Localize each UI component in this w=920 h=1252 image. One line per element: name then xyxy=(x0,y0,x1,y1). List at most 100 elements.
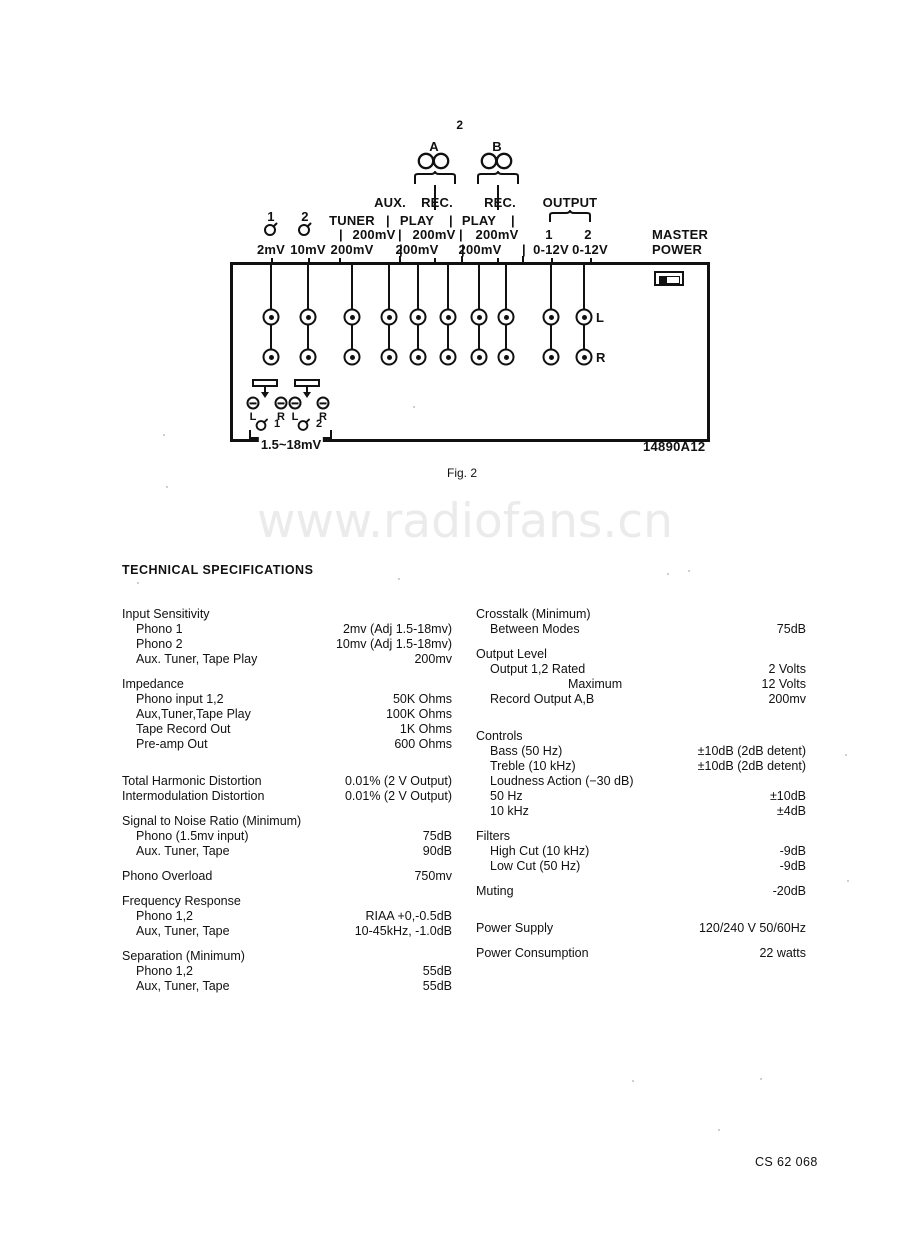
specifications-left-column: Input Sensitivity Phono 1 2mv (Adj 1.5-18m… xyxy=(122,607,452,995)
spec-row: Separation (Minimum) xyxy=(122,949,452,965)
jack-rec-a-right[interactable] xyxy=(439,348,457,366)
trimmer-screw-1-left[interactable] xyxy=(246,396,260,410)
jack-aux-left[interactable] xyxy=(380,308,398,326)
spec-label: Phono 1,2 xyxy=(136,909,193,923)
spec-value: 1K Ohms xyxy=(399,722,452,736)
spec-label: Filters xyxy=(476,829,511,843)
footer-document-code: CS 62 068 xyxy=(755,1155,818,1169)
scan-speck xyxy=(413,406,415,408)
phono1-pickup-icon xyxy=(263,222,279,243)
spec-label: Aux, Tuner, Tape xyxy=(136,924,230,938)
jack-rec-b-left[interactable] xyxy=(497,308,515,326)
jack-tuner-left[interactable] xyxy=(343,308,361,326)
jack-output1-left[interactable] xyxy=(542,308,560,326)
adjustment-range-label: 1.5~18mV xyxy=(258,437,324,452)
spec-value: -9dB xyxy=(779,859,806,873)
spec-row: Phono 1 2mv (Adj 1.5-18mv) xyxy=(122,622,452,638)
spec-row: High Cut (10 kHz) -9dB xyxy=(476,844,806,860)
play-b-level: 200mV xyxy=(458,242,502,257)
separator-pipe-3: | xyxy=(511,213,515,228)
spec-label: Input Sensitivity xyxy=(122,607,210,621)
spec-row: Phono input 1,2 50K Ohms xyxy=(122,692,452,708)
phono2-index-label: 2 xyxy=(315,418,323,430)
scan-speck xyxy=(163,434,165,436)
watermark: www.radiofans.cn xyxy=(257,494,673,549)
spec-label: Bass (50 Hz) xyxy=(490,744,563,758)
spec-value: 2mv (Adj 1.5-18mv) xyxy=(342,622,452,636)
jack-play-b-left[interactable] xyxy=(470,308,488,326)
output2-level: 0-12V xyxy=(572,242,608,257)
spec-value: ±4dB xyxy=(776,804,806,818)
specifications-title: TECHNICAL SPECIFICATIONS xyxy=(122,563,314,577)
jack-output1-right[interactable] xyxy=(542,348,560,366)
scan-speck xyxy=(718,1129,720,1131)
jack-rec-b-right[interactable] xyxy=(497,348,515,366)
spec-row: 10 kHz ±4dB xyxy=(476,804,806,820)
jack-aux-right[interactable] xyxy=(380,348,398,366)
spec-label: Between Modes xyxy=(490,622,580,636)
spec-spacer xyxy=(122,753,452,775)
jack-phono2-right[interactable] xyxy=(299,348,317,366)
trimmer-screw-2-right[interactable] xyxy=(316,396,330,410)
output1-level: 0-12V xyxy=(533,242,569,257)
spec-value: 55dB xyxy=(422,964,452,978)
jack-output2-right[interactable] xyxy=(575,348,593,366)
spec-spacer xyxy=(476,820,806,830)
spec-row: Filters xyxy=(476,829,806,845)
rec-a-label: REC. xyxy=(421,195,453,210)
spec-label: Phono 2 xyxy=(136,637,183,651)
phono2-level: 10mV xyxy=(290,242,326,257)
spec-spacer xyxy=(476,900,806,922)
spec-row: Output 1,2 Rated 2 Volts xyxy=(476,662,806,678)
scan-speck xyxy=(688,570,690,572)
figure-caption: Fig. 2 xyxy=(447,466,478,480)
spec-label: Separation (Minimum) xyxy=(122,949,245,963)
divider-lead-deck-a xyxy=(434,185,436,210)
play-a-label: PLAY xyxy=(399,213,435,228)
play-b-label: PLAY xyxy=(461,213,497,228)
spec-label: Signal to Noise Ratio (Minimum) xyxy=(122,814,302,828)
jack-phono1-right[interactable] xyxy=(262,348,280,366)
jack-play-a-right[interactable] xyxy=(409,348,427,366)
play-a-level: 200mV xyxy=(395,242,439,257)
scan-speck xyxy=(845,754,847,756)
spec-row: Aux. Tuner, Tape Play 200mv xyxy=(122,652,452,668)
master-power-switch[interactable] xyxy=(654,271,684,286)
rear-panel-figure: A B AUX. REC. REC. OUTPUT 1 2 TUNER PLAY xyxy=(0,0,920,500)
spec-row: Input Sensitivity xyxy=(122,607,452,623)
jack-phono2-left[interactable] xyxy=(299,308,317,326)
trimmer-screw-2-left[interactable] xyxy=(288,396,302,410)
spec-value: 0.01% (2 V Output) xyxy=(344,774,452,788)
spec-row: Controls xyxy=(476,729,806,745)
spec-label: Phono Overload xyxy=(122,869,213,883)
separator-pipe-9: | xyxy=(522,242,526,257)
scan-speck xyxy=(137,582,139,584)
drawing-number: 14890A12 xyxy=(643,439,706,454)
specifications-right-column: Crosstalk (Minimum) Between Modes 75dB Outp… xyxy=(476,607,806,962)
spec-row: Phono 1,2 RIAA +0,-0.5dB xyxy=(122,909,452,925)
scan-speck xyxy=(667,573,669,575)
spec-row: Aux. Tuner, Tape 90dB xyxy=(122,844,452,860)
spec-row: Aux, Tuner, Tape 55dB xyxy=(122,979,452,995)
jack-tuner-right[interactable] xyxy=(343,348,361,366)
spec-row: Frequency Response xyxy=(122,894,452,910)
jack-play-a-left[interactable] xyxy=(409,308,427,326)
spec-row: Phono Overload 750mv xyxy=(122,869,452,885)
spec-label: Controls xyxy=(476,729,523,743)
phono1-index-label: 1 xyxy=(273,418,281,430)
jack-output2-left[interactable] xyxy=(575,308,593,326)
spec-spacer xyxy=(476,708,806,730)
spec-row: Total Harmonic Distortion 0.01% (2 V Outp… xyxy=(122,774,452,790)
rec-b-level: 200mV xyxy=(475,227,519,242)
jack-phono1-left[interactable] xyxy=(262,308,280,326)
separator-pipe-2: | xyxy=(449,213,453,228)
jack-rec-a-left[interactable] xyxy=(439,308,457,326)
trimmer-screw-1-right[interactable] xyxy=(274,396,288,410)
spec-row: Impedance xyxy=(122,677,452,693)
jack-play-b-right[interactable] xyxy=(470,348,488,366)
spec-value: 75dB xyxy=(422,829,452,843)
spec-value: 90dB xyxy=(422,844,452,858)
divider-lead-deck-b xyxy=(497,185,499,210)
spec-value: 22 watts xyxy=(759,946,806,960)
spec-label: Pre-amp Out xyxy=(136,737,208,751)
